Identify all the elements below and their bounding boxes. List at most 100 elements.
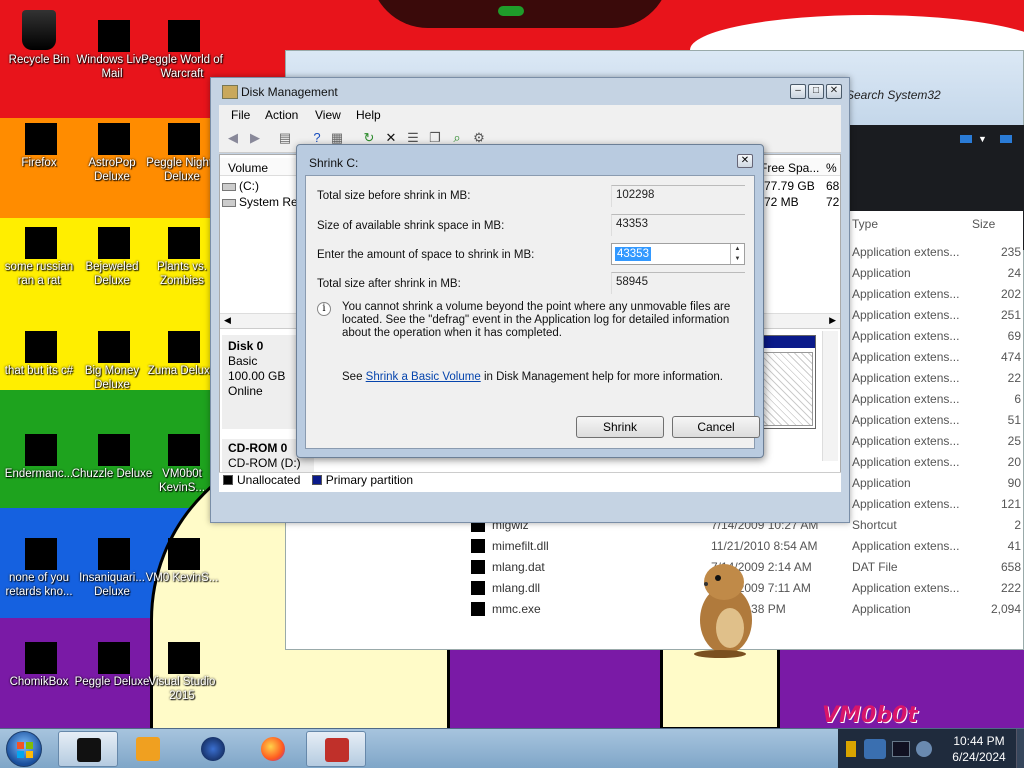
shrink-button[interactable]: Shrink (576, 416, 664, 438)
file-size: 222 (1000, 581, 1021, 595)
file-icon (471, 602, 485, 616)
explorer-search-box[interactable]: Search System32 (846, 88, 941, 102)
column-header-size[interactable]: Size (972, 217, 995, 231)
flag-icon[interactable] (846, 741, 856, 757)
chevron-down-icon[interactable]: ▼ (978, 134, 987, 144)
clock[interactable]: 10:44 PM 6/24/2024 (940, 733, 1018, 765)
file-name: mlang.dll (492, 581, 541, 595)
column-header-type[interactable]: Type (852, 217, 878, 231)
unallocated-swatch (223, 475, 233, 485)
file-size: 251 (1000, 308, 1021, 322)
spin-down-icon[interactable]: ▼ (731, 254, 744, 264)
start-button[interactable] (6, 731, 42, 767)
file-type: Application extens... (852, 434, 960, 448)
file-icon (471, 539, 485, 553)
menu-action[interactable]: Action (265, 108, 298, 122)
chomikbox-icon (19, 632, 59, 674)
vertical-scrollbar[interactable] (822, 331, 838, 461)
network-icon[interactable] (864, 739, 886, 759)
spin-up-icon[interactable]: ▲ (731, 244, 744, 254)
close-button[interactable]: ✕ (826, 84, 842, 99)
hamster-image (694, 564, 752, 658)
file-type: Application extens... (852, 581, 960, 595)
info-message: You cannot shrink a volume beyond the po… (342, 301, 731, 339)
game-icon (92, 217, 132, 259)
column-volume[interactable]: Volume (228, 161, 268, 175)
shrink-dialog[interactable]: Shrink C: ✕ Total size before shrink in … (296, 144, 764, 458)
file-type: Application extens... (852, 287, 960, 301)
maximize-button[interactable]: □ (808, 84, 824, 99)
desktop-icon[interactable]: Visual Studio 2015 (138, 632, 226, 703)
spinner-buttons[interactable]: ▲ ▼ (730, 244, 744, 264)
game-icon (92, 424, 132, 466)
taskbar-app-browser[interactable] (183, 731, 243, 767)
shrink-amount-stepper[interactable]: 43353 ▲ ▼ (611, 243, 745, 265)
taskbar-app-firefox[interactable] (243, 731, 303, 767)
forward-icon[interactable]: ▶ (247, 130, 263, 146)
legend-unallocated: Unallocated (237, 473, 301, 487)
scroll-right-icon[interactable]: ▶ (829, 315, 836, 326)
volume-free: 77.79 GB (764, 179, 815, 193)
primary-swatch (311, 475, 322, 485)
column-percent-free[interactable]: % (826, 161, 837, 175)
show-hide-tree-icon[interactable]: ▤ (277, 130, 293, 146)
file-type: Application extens... (852, 371, 960, 385)
desktop-icon[interactable]: VM0 KevinS... (138, 528, 226, 585)
desktop-icon[interactable]: Peggle World of Warcraft (138, 10, 226, 81)
view-icon[interactable] (960, 135, 972, 143)
windows-logo-icon (17, 742, 33, 758)
menu-view[interactable]: View (315, 108, 341, 122)
file-type: Application extens... (852, 455, 960, 469)
dialog-title: Shrink C: (309, 156, 359, 170)
volume-icon[interactable] (916, 741, 932, 757)
help-sentence: See Shrink a Basic Volume in Disk Manage… (342, 371, 723, 383)
mail-icon (92, 10, 132, 52)
file-type: DAT File (852, 560, 898, 574)
notification-area: 10:44 PM 6/24/2024 (838, 729, 1024, 768)
file-name: mlang.dat (492, 560, 545, 574)
file-type: Application (852, 476, 911, 490)
peggle-icon (162, 10, 202, 52)
scroll-left-icon[interactable]: ◀ (224, 315, 231, 326)
recycle-bin-icon (22, 10, 56, 50)
show-desktop-button[interactable] (1016, 729, 1024, 768)
taskbar-app-toolbox[interactable] (306, 731, 366, 767)
file-icon (471, 581, 485, 595)
clock-time: 10:44 PM (953, 734, 1005, 748)
disk-management-app-icon (222, 85, 238, 99)
file-row[interactable]: mimefilt.dll 11/21/2010 8:54 AM Applicatio… (471, 536, 1024, 557)
taskbar-app-disk-manager[interactable] (58, 731, 118, 767)
cancel-button[interactable]: Cancel (672, 416, 760, 438)
preview-pane-icon[interactable] (1000, 135, 1012, 143)
file-type: Application extens... (852, 413, 960, 427)
dialog-close-button[interactable]: ✕ (737, 154, 753, 168)
file-type: Application extens... (852, 329, 960, 343)
file-size: 121 (1000, 497, 1021, 511)
volume-name: System Re (239, 195, 298, 209)
display-icon[interactable] (892, 741, 910, 757)
file-type: Application extens... (852, 245, 960, 259)
file-size: 51 (1007, 413, 1021, 427)
help-prefix: See (342, 371, 363, 383)
menu-help[interactable]: Help (356, 108, 381, 122)
total-size-after-label: Total size after shrink in MB: (317, 278, 461, 290)
minimize-button[interactable]: – (790, 84, 806, 99)
help-link[interactable]: Shrink a Basic Volume (366, 371, 481, 383)
shrink-amount-input[interactable]: 43353 (615, 247, 651, 261)
desktop-icon-label: Visual Studio 2015 (148, 676, 216, 702)
globe-icon (201, 737, 225, 761)
column-free-space[interactable]: Free Spa... (760, 161, 819, 175)
file-size: 6 (1014, 392, 1021, 406)
computer-icon (77, 738, 101, 762)
drive-icon (222, 182, 236, 191)
file-icon (471, 560, 485, 574)
dialog-body: Total size before shrink in MB: 102298 S… (305, 175, 760, 449)
taskbar-app-media-player[interactable] (118, 731, 178, 767)
game-icon (162, 321, 202, 363)
help-suffix: in Disk Management help for more informa… (483, 371, 723, 383)
app-icon (19, 217, 59, 259)
menu-file[interactable]: File (231, 108, 250, 122)
total-size-before-label: Total size before shrink in MB: (317, 190, 471, 202)
back-icon[interactable]: ◀ (225, 130, 241, 146)
file-size: 24 (1007, 266, 1021, 280)
